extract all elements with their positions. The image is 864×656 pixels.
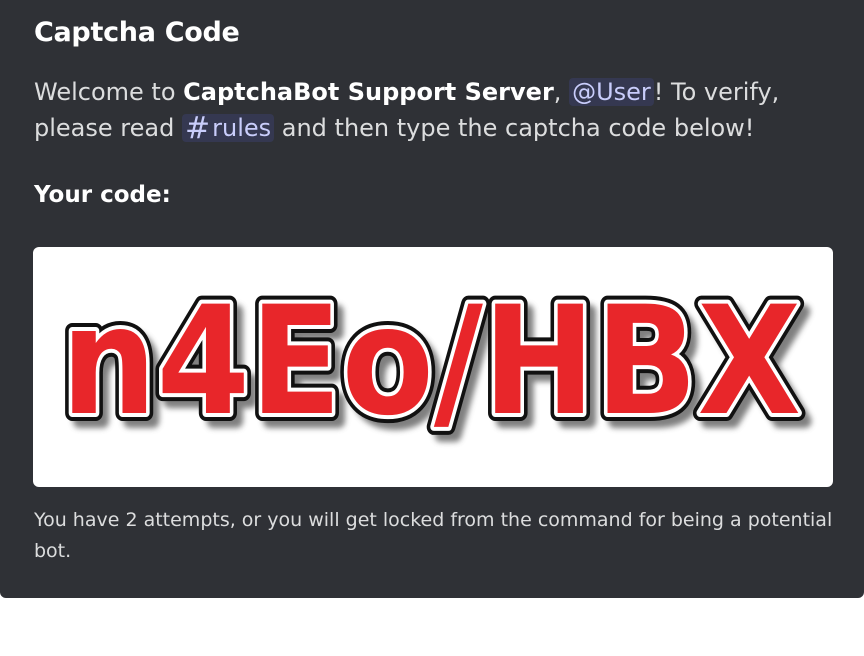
channel-mention-rules[interactable]: #rules [181, 111, 275, 146]
channel-hash-icon: # [184, 111, 211, 146]
captcha-text: n4Eo/HBX [61, 275, 801, 449]
captcha-graphic: n4Eo/HBX n4Eo/HBX n4Eo/HBX n4Eo/HBX [53, 267, 815, 464]
embed-footer: You have 2 attempts, or you will get loc… [34, 509, 833, 562]
server-name: CaptchaBot Support Server [183, 78, 554, 106]
channel-name: rules [212, 114, 272, 142]
welcome-text: Welcome to [34, 78, 176, 106]
captcha-image[interactable]: n4Eo/HBX n4Eo/HBX n4Eo/HBX n4Eo/HBX [33, 247, 833, 487]
field-label: Your code: [34, 182, 171, 208]
after-channel-text: and then type the captcha code below! [281, 114, 755, 142]
user-mention[interactable]: @User [569, 78, 654, 106]
embed-title: Captcha Code [34, 17, 240, 48]
embed-description: Welcome to CaptchaBot Support Server, @U… [34, 74, 834, 147]
captcha-embed: Captcha Code Welcome to CaptchaBot Suppo… [0, 0, 864, 598]
comma-text: , [553, 78, 562, 106]
